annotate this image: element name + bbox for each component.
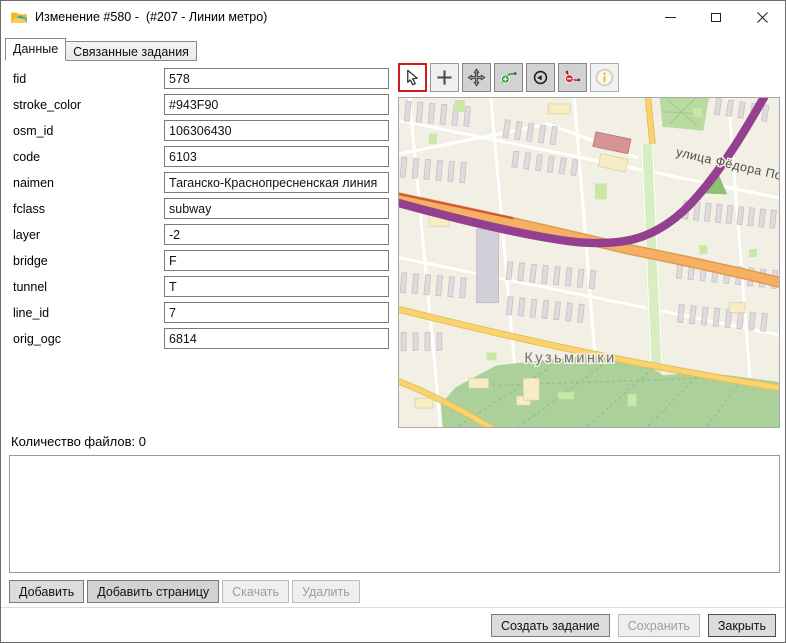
field-label-naimen: naimen <box>13 176 54 190</box>
field-label-fid: fid <box>13 72 26 86</box>
create-task-button[interactable]: Создать задание <box>491 614 610 637</box>
field-label-layer: layer <box>13 228 40 242</box>
save-button[interactable]: Сохранить <box>618 614 700 637</box>
tab-bar: Данные Связанные задания <box>5 38 197 61</box>
field-label-bridge: bridge <box>13 254 48 268</box>
move-button[interactable] <box>462 63 491 92</box>
map-toolbar <box>398 63 619 92</box>
dialog-window: Изменение #580 - (#207 - Линии метро) Да… <box>0 0 786 643</box>
add-file-button[interactable]: Добавить <box>9 580 84 603</box>
orig-ogc-field[interactable] <box>164 328 389 349</box>
tunnel-field[interactable] <box>164 276 389 297</box>
map-canvas: улица Фёдора По Кузьминки <box>399 98 779 427</box>
rotate-circle-icon <box>531 68 550 87</box>
close-dialog-button[interactable]: Закрыть <box>708 614 776 637</box>
close-button[interactable] <box>739 1 785 33</box>
reverse-direction-button[interactable] <box>526 63 555 92</box>
titlebar: Изменение #580 - (#207 - Линии метро) <box>1 1 785 33</box>
add-vertex-button[interactable] <box>494 63 523 92</box>
app-icon <box>10 8 28 26</box>
minimize-icon <box>665 17 676 18</box>
osm-id-field[interactable] <box>164 120 389 141</box>
close-icon <box>757 12 768 23</box>
delete-file-button[interactable]: Удалить <box>292 580 360 603</box>
stroke-color-field[interactable] <box>164 94 389 115</box>
delete-vertex-icon <box>563 68 582 87</box>
field-label-fclass: fclass <box>13 202 45 216</box>
naimen-field[interactable] <box>164 172 389 193</box>
add-point-button[interactable] <box>430 63 459 92</box>
field-label-tunnel: tunnel <box>13 280 47 294</box>
field-label-stroke-color: stroke_color <box>13 98 81 112</box>
select-cursor-button[interactable] <box>398 63 427 92</box>
info-icon <box>594 67 615 88</box>
bridge-field[interactable] <box>164 250 389 271</box>
map-preview[interactable]: улица Фёдора По Кузьминки <box>398 97 780 428</box>
info-button[interactable] <box>590 63 619 92</box>
move-arrows-icon <box>467 68 486 87</box>
maximize-button[interactable] <box>693 1 739 33</box>
code-field[interactable] <box>164 146 389 167</box>
field-label-line-id: line_id <box>13 306 49 320</box>
files-count-label: Количество файлов: 0 <box>11 434 146 449</box>
field-label-orig-ogc: orig_ogc <box>13 332 61 346</box>
cursor-icon <box>403 68 422 87</box>
field-label-code: code <box>13 150 40 164</box>
field-label-osm-id: osm_id <box>13 124 53 138</box>
file-list[interactable] <box>9 455 780 573</box>
tab-data[interactable]: Данные <box>5 38 66 61</box>
tab-related-tasks[interactable]: Связанные задания <box>66 41 197 61</box>
maximize-icon <box>711 13 721 22</box>
line-id-field[interactable] <box>164 302 389 323</box>
delete-vertex-button[interactable] <box>558 63 587 92</box>
footer-divider <box>1 607 786 608</box>
fclass-field[interactable] <box>164 198 389 219</box>
window-title: Изменение #580 - (#207 - Линии метро) <box>35 10 267 24</box>
add-vertex-icon <box>499 68 518 87</box>
map-district-label: Кузьминки <box>524 350 616 366</box>
minimize-button[interactable] <box>647 1 693 33</box>
download-file-button[interactable]: Скачать <box>222 580 289 603</box>
add-page-button[interactable]: Добавить страницу <box>87 580 219 603</box>
plus-icon <box>435 68 454 87</box>
fid-field[interactable] <box>164 68 389 89</box>
layer-field[interactable] <box>164 224 389 245</box>
